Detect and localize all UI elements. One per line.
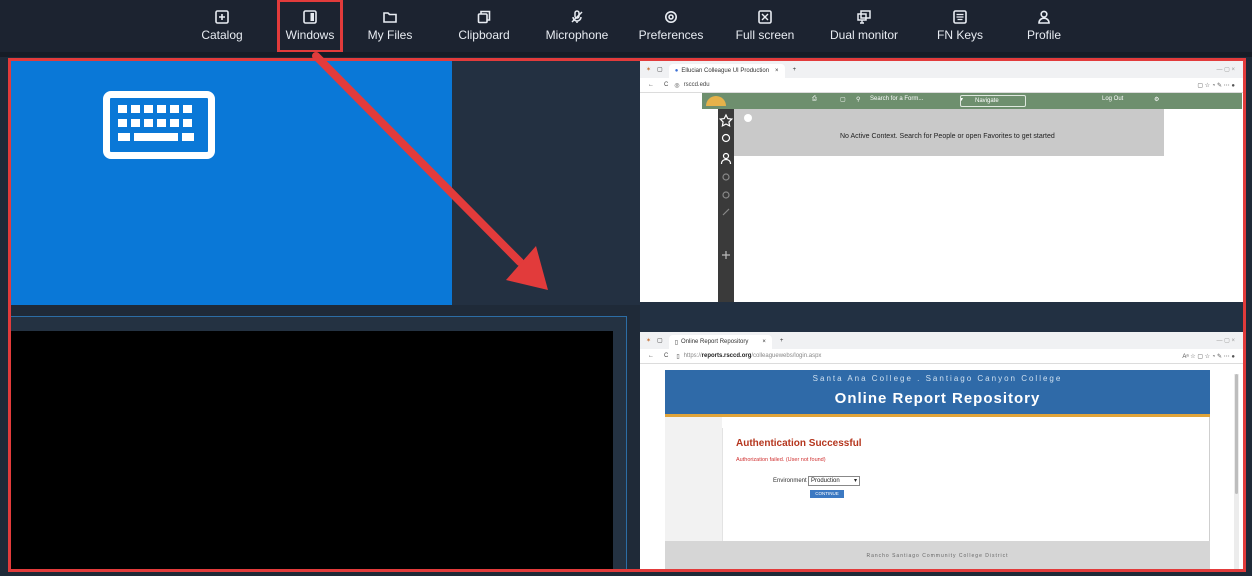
toolbar-microphone-label: Microphone bbox=[545, 28, 609, 42]
window-icon bbox=[303, 10, 317, 24]
toolbar-full-screen-label: Full screen bbox=[735, 28, 795, 42]
keyboard-icon bbox=[953, 10, 967, 24]
plus-box-icon bbox=[215, 10, 229, 24]
toolbar-fn-keys[interactable]: FN Keys bbox=[916, 0, 1004, 52]
toolbar-my-files-label: My Files bbox=[367, 28, 413, 42]
toolbar-microphone[interactable]: Microphone bbox=[530, 0, 624, 52]
toolbar-catalog[interactable]: Catalog bbox=[180, 0, 264, 52]
toolbar-dual-monitor-label: Dual monitor bbox=[829, 28, 899, 42]
toolbar-divider bbox=[0, 52, 1252, 57]
toolbar-items: Catalog Windows My Files Clipboard Micro… bbox=[180, 0, 1084, 53]
person-icon bbox=[1038, 10, 1050, 24]
toolbar-windows[interactable]: Windows bbox=[277, 0, 343, 53]
toolbar-profile[interactable]: Profile bbox=[1004, 0, 1084, 52]
folder-icon bbox=[383, 12, 397, 23]
gear-icon bbox=[665, 11, 677, 23]
toolbar-clipboard[interactable]: Clipboard bbox=[438, 0, 530, 52]
microphone-off-icon bbox=[571, 10, 583, 23]
dual-monitor-icon bbox=[857, 10, 871, 24]
toolbar-clipboard-label: Clipboard bbox=[458, 28, 510, 42]
toolbar-dual-monitor[interactable]: Dual monitor bbox=[812, 0, 916, 52]
toolbar-profile-label: Profile bbox=[1026, 28, 1061, 42]
toolbar-catalog-label: Catalog bbox=[201, 28, 243, 42]
toolbar-preferences[interactable]: Preferences bbox=[624, 0, 718, 52]
fullscreen-icon bbox=[758, 10, 772, 24]
toolbar-windows-label: Windows bbox=[285, 28, 335, 42]
toolbar-fn-keys-label: FN Keys bbox=[936, 28, 983, 42]
windows-highlight-frame bbox=[8, 58, 1246, 572]
clipboard-icon bbox=[477, 10, 491, 24]
toolbar-full-screen[interactable]: Full screen bbox=[718, 0, 812, 52]
toolbar-preferences-label: Preferences bbox=[638, 28, 704, 42]
top-toolbar: Catalog Windows My Files Clipboard Micro… bbox=[0, 0, 1252, 53]
toolbar-my-files[interactable]: My Files bbox=[342, 0, 438, 52]
